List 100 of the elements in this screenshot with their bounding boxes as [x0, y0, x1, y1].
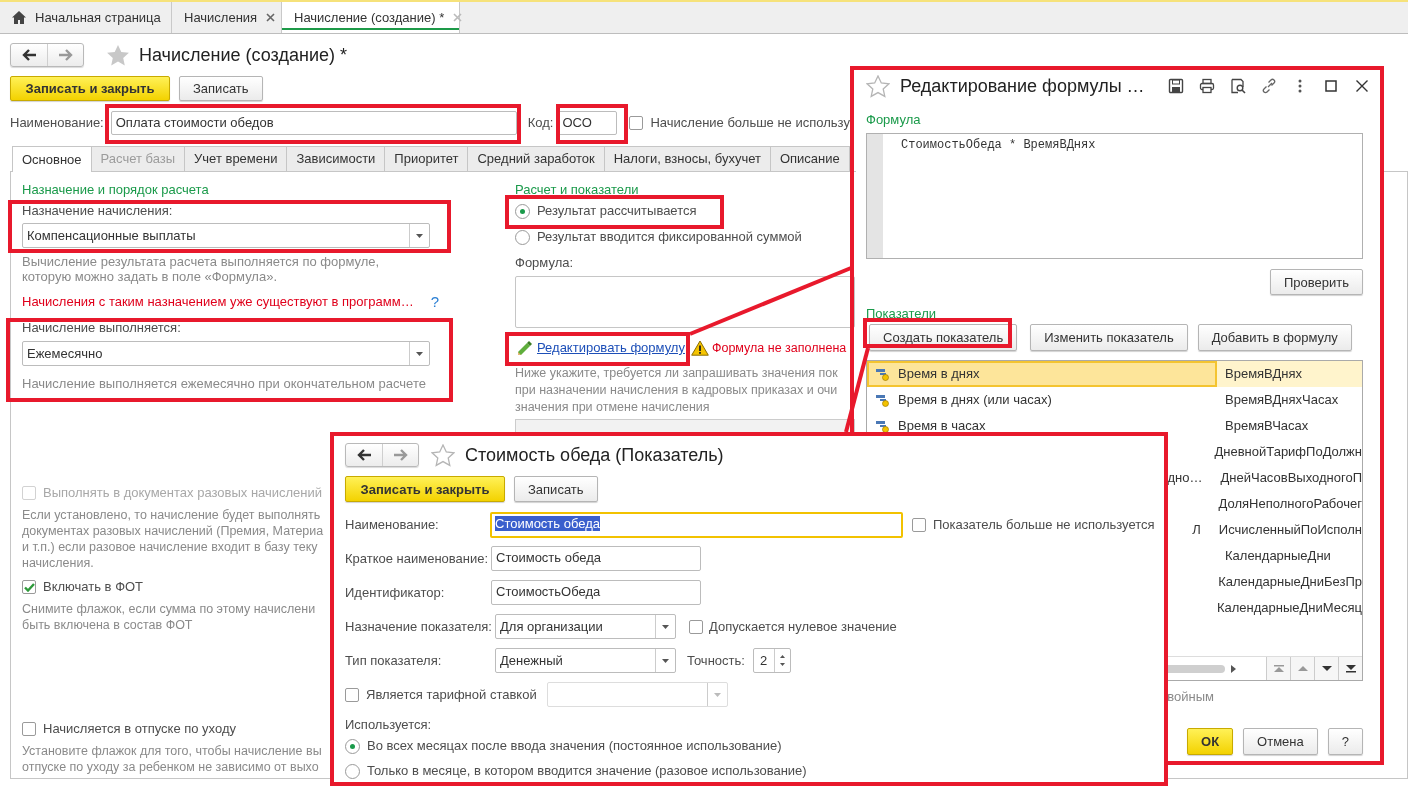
print-icon[interactable] — [1199, 78, 1215, 94]
preview-icon[interactable] — [1230, 78, 1246, 94]
hint-text: войным — [1166, 689, 1214, 704]
tab[interactable]: Начальная страница — [0, 2, 172, 33]
back-arrow-icon — [22, 49, 36, 61]
checkbox[interactable] — [629, 116, 644, 130]
dropdown[interactable]: Компенсационные выплаты — [22, 223, 430, 248]
list-item[interactable]: ДоляНеполногоРабочег — [1218, 496, 1362, 512]
scroll-right-icon[interactable] — [1231, 664, 1236, 673]
hint-text: при назначении начисления в кадровых приказах и очи — [515, 382, 838, 399]
tab[interactable]: Описание — [769, 146, 850, 171]
list-item[interactable]: Время в днях — [898, 366, 980, 382]
indicator-icon — [876, 419, 889, 433]
checkbox-label: Является тарифной ставкой — [366, 686, 537, 703]
text-field[interactable]: Оплата стоимости обедов — [110, 111, 517, 135]
list-item[interactable]: ИсчисленныйПоИсполн — [1218, 522, 1362, 538]
field-label: Наименование: — [345, 517, 440, 533]
spin-down-icon[interactable] — [779, 663, 785, 666]
checkbox-label: Допускается нулевое значение — [709, 618, 897, 635]
forward-arrow-icon — [58, 49, 73, 61]
hint-text: Если установлено, то начисление будет выполнять — [22, 507, 321, 523]
text-field[interactable]: СтоимостьОбеда — [491, 580, 701, 605]
list-item[interactable]: ВремяВДняхЧасах — [1225, 392, 1339, 408]
button[interactable]: Изменить показатель — [1030, 324, 1188, 351]
radio-label: Результат рассчитывается — [537, 203, 697, 219]
maximize-icon[interactable] — [1323, 78, 1339, 94]
primary-button[interactable]: Записать и закрыть — [10, 76, 170, 101]
star-icon[interactable] — [106, 43, 130, 67]
button[interactable]: Отмена — [1243, 728, 1318, 755]
close-icon[interactable] — [1354, 78, 1370, 94]
checkbox-label: Начисляется в отпуске по уходу — [43, 721, 236, 737]
dropdown[interactable]: Денежный — [495, 648, 676, 673]
tab[interactable]: Приоритет — [384, 146, 469, 171]
checkbox[interactable] — [689, 619, 703, 634]
button[interactable]: ? — [1327, 728, 1363, 755]
list-item[interactable]: Л — [1192, 522, 1201, 538]
tab[interactable]: Учет времени — [184, 146, 288, 171]
section-heading: Показатели — [866, 306, 937, 322]
hint-text: Установите флажок для того, чтобы начисление вы — [22, 743, 322, 759]
hint-text: Вычисление результата расчета выполняется по формуле, которую можно задать в поле «Формула». — [22, 254, 381, 284]
number-field[interactable]: 2 — [752, 648, 791, 673]
tab[interactable]: Начисление (создание) * — [282, 2, 460, 33]
list-item[interactable]: КалендарныеДниМесяц — [1216, 600, 1362, 616]
warning-icon — [690, 340, 709, 356]
edit-formula-link[interactable]: Редактировать формулу — [537, 340, 685, 356]
formula-field[interactable] — [515, 276, 855, 328]
hint-text: Ниже укажите, требуется ли запрашивать значения пок — [515, 365, 838, 382]
radio-button[interactable] — [345, 738, 360, 754]
list-item[interactable]: Время в часах — [898, 418, 986, 434]
text-field[interactable]: ОСО — [557, 111, 618, 135]
button[interactable]: Добавить в формулу — [1197, 324, 1352, 351]
dropdown[interactable]: Ежемесячно — [22, 341, 430, 366]
primary-button[interactable]: Записать и закрыть — [345, 476, 505, 502]
radio-button[interactable] — [345, 763, 360, 779]
field-label: Формула: — [515, 255, 575, 271]
code-editor[interactable]: СтоимостьОбеда * ВремяВДнях — [866, 133, 1363, 259]
checkbox[interactable] — [22, 722, 36, 736]
list-item[interactable]: ДневнойТарифПоДолжн — [1214, 444, 1362, 460]
star-icon[interactable] — [431, 443, 455, 467]
tab[interactable]: Средний заработок — [467, 146, 605, 171]
indicator-icon — [876, 367, 889, 381]
checkbox[interactable] — [22, 580, 36, 594]
pencil-icon — [517, 340, 533, 356]
tab[interactable]: Основное — [12, 146, 92, 172]
text-field[interactable]: Стоимость обеда — [490, 512, 903, 538]
list-item[interactable]: КалендарныеДниБезПр — [1218, 574, 1362, 590]
checkbox[interactable] — [912, 518, 926, 532]
tab[interactable]: Налоги, взносы, бухучет — [603, 146, 771, 171]
button[interactable]: Записать — [514, 476, 598, 502]
field-label: Точность: — [687, 652, 745, 669]
warning-text: Формула не заполнена — [711, 340, 847, 356]
list-item[interactable]: ДнейЧасовВыходногоП — [1220, 470, 1362, 486]
nav-button[interactable] — [1338, 657, 1362, 680]
list-item[interactable]: дно… — [1167, 470, 1203, 486]
checkbox[interactable] — [345, 687, 359, 702]
list-item[interactable]: ВремяВЧасах — [1225, 418, 1309, 434]
field-label: Наименование: — [10, 115, 104, 131]
button[interactable]: Записать — [179, 76, 263, 101]
window-title: Редактирование формулы … — [900, 75, 1145, 97]
field-label: Идентификатор: — [345, 584, 446, 601]
star-icon[interactable] — [866, 74, 890, 98]
help-link[interactable]: ? — [430, 294, 439, 310]
forward-arrow-icon — [393, 449, 408, 461]
list-item[interactable]: КалендарныеДни — [1225, 548, 1331, 564]
list-item[interactable]: Время в днях (или часах) — [898, 392, 1052, 408]
primary-button[interactable]: ОК — [1187, 728, 1234, 755]
dropdown[interactable]: Для организации — [495, 614, 676, 639]
save-icon[interactable] — [1168, 78, 1184, 94]
radio-button[interactable] — [515, 229, 530, 245]
radio-button[interactable] — [515, 203, 530, 219]
caret-down-icon — [662, 658, 669, 663]
field-label: Код: — [527, 115, 554, 131]
nav-button[interactable] — [1314, 657, 1338, 680]
tab[interactable]: Зависимости — [286, 146, 386, 171]
link-icon[interactable] — [1261, 78, 1277, 94]
text-field[interactable]: Стоимость обеда — [491, 546, 701, 571]
checkbox-label: Показатель больше не используется — [933, 517, 1155, 533]
spin-up-icon[interactable] — [779, 655, 785, 658]
hint-text: и т.п.) если разовое начисление входит в базу теку — [22, 539, 318, 555]
button[interactable]: Проверить — [1270, 269, 1363, 295]
